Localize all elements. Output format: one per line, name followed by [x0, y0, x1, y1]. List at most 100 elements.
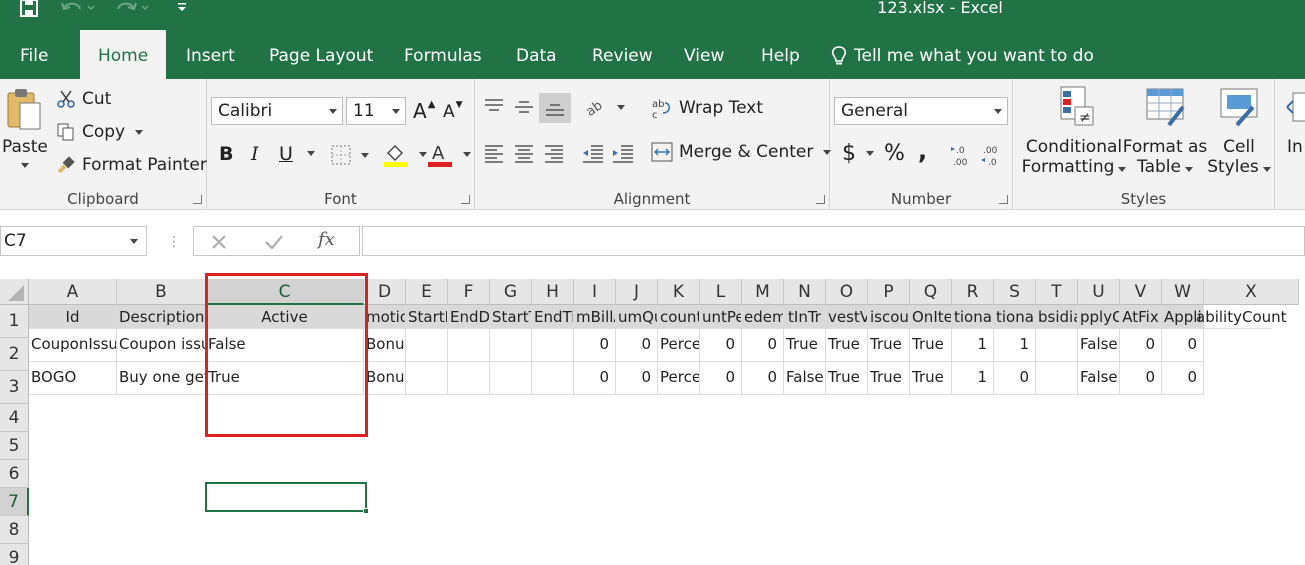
row-header[interactable]: 5: [0, 432, 29, 460]
number-format-combo[interactable]: General: [834, 97, 1008, 125]
paste-icon[interactable]: [4, 87, 44, 133]
table-cell[interactable]: 0: [700, 329, 742, 362]
merge-center-button[interactable]: Merge & Center: [651, 141, 832, 163]
comma-style-button[interactable]: ,: [918, 137, 927, 165]
table-cell[interactable]: 1: [952, 362, 994, 395]
format-painter-button[interactable]: Format Painter: [56, 155, 207, 175]
column-header[interactable]: O: [826, 279, 868, 305]
table-cell[interactable]: [490, 329, 532, 362]
top-align-icon[interactable]: [483, 97, 505, 117]
header-cell[interactable]: pplyO: [1078, 305, 1120, 329]
copy-dropdown-icon[interactable]: [135, 129, 144, 135]
conditional-formatting-button[interactable]: ≠ Conditional Formatting: [1022, 85, 1127, 177]
table-cell[interactable]: True: [206, 362, 364, 395]
column-header[interactable]: E: [406, 279, 448, 305]
header-cell[interactable]: edemat: [742, 305, 784, 329]
table-cell[interactable]: [490, 362, 532, 395]
font-color-icon[interactable]: A: [427, 141, 471, 167]
column-header[interactable]: W: [1162, 279, 1204, 305]
bold-button[interactable]: B: [219, 143, 233, 165]
align-right-icon[interactable]: [543, 143, 565, 163]
cancel-icon[interactable]: [210, 233, 228, 251]
active-cell-c7[interactable]: [205, 482, 369, 514]
header-cell[interactable]: OnIte: [910, 305, 952, 329]
table-cell[interactable]: Coupon issu: [117, 329, 206, 362]
table-cell[interactable]: 0: [616, 329, 658, 362]
table-cell[interactable]: 1: [994, 329, 1036, 362]
column-header[interactable]: X: [1204, 279, 1299, 305]
header-cell[interactable]: StartTim: [490, 305, 532, 329]
format-as-table-button[interactable]: Format as Table: [1123, 85, 1207, 177]
header-cell[interactable]: Description: [117, 305, 206, 329]
column-header[interactable]: N: [784, 279, 826, 305]
tab-review[interactable]: Review: [574, 40, 671, 79]
row-header[interactable]: 6: [0, 460, 29, 488]
underline-button[interactable]: U: [279, 143, 293, 165]
header-cell[interactable]: AtFix: [1120, 305, 1162, 329]
header-cell[interactable]: Id: [29, 305, 117, 329]
font-launcher-icon[interactable]: [461, 195, 470, 204]
table-cell[interactable]: Perce: [658, 329, 700, 362]
table-cell[interactable]: 0: [742, 362, 784, 395]
column-header[interactable]: T: [1036, 279, 1078, 305]
formula-input[interactable]: [362, 226, 1305, 256]
table-cell[interactable]: BonusBuys: [364, 329, 406, 362]
table-cell[interactable]: True: [868, 329, 910, 362]
tab-page-layout[interactable]: Page Layout: [251, 40, 391, 79]
column-header[interactable]: A: [29, 279, 117, 305]
align-center-icon[interactable]: [513, 143, 535, 163]
table-cell[interactable]: 0: [574, 362, 616, 395]
header-cell[interactable]: Active: [206, 305, 364, 329]
table-cell[interactable]: [532, 362, 574, 395]
column-header[interactable]: C: [206, 279, 364, 305]
tab-formulas[interactable]: Formulas: [386, 40, 500, 79]
header-cell[interactable]: untPe: [700, 305, 742, 329]
column-header[interactable]: J: [616, 279, 658, 305]
font-size-combo[interactable]: 11: [346, 97, 406, 125]
table-cell[interactable]: 0: [994, 362, 1036, 395]
table-cell[interactable]: False: [1078, 329, 1120, 362]
tab-help[interactable]: Help: [743, 40, 818, 79]
clipboard-launcher-icon[interactable]: [193, 195, 202, 204]
table-cell[interactable]: 0: [616, 362, 658, 395]
table-cell[interactable]: 0: [1120, 329, 1162, 362]
header-cell[interactable]: mBillA: [574, 305, 616, 329]
header-cell[interactable]: countT: [658, 305, 700, 329]
fill-handle[interactable]: [363, 508, 369, 514]
number-launcher-icon[interactable]: [999, 195, 1008, 204]
header-cell[interactable]: abilityCount: [1194, 305, 1287, 329]
table-cell[interactable]: 0: [700, 362, 742, 395]
insert-cells-icon[interactable]: [1285, 87, 1305, 131]
italic-button[interactable]: I: [251, 143, 259, 165]
tab-view[interactable]: View: [666, 40, 742, 79]
header-cell[interactable]: umQu: [616, 305, 658, 329]
column-header[interactable]: B: [117, 279, 206, 305]
increase-font-size-icon[interactable]: A ▲: [413, 99, 435, 124]
percent-button[interactable]: %: [884, 141, 905, 166]
table-cell[interactable]: True: [910, 329, 952, 362]
table-cell[interactable]: 0: [1120, 362, 1162, 395]
header-cell[interactable]: tional: [952, 305, 994, 329]
font-name-combo[interactable]: Calibri: [211, 97, 343, 125]
column-header[interactable]: P: [868, 279, 910, 305]
tab-insert[interactable]: Insert: [168, 40, 253, 79]
wrap-text-button[interactable]: ab c Wrap Text: [651, 97, 763, 119]
tab-home[interactable]: Home: [80, 30, 167, 79]
font-name-dropdown-icon[interactable]: [329, 109, 337, 114]
enter-icon[interactable]: [264, 233, 284, 251]
align-left-icon[interactable]: [483, 143, 505, 163]
row-header[interactable]: 4: [0, 404, 29, 432]
table-cell[interactable]: True: [784, 329, 826, 362]
column-header[interactable]: H: [532, 279, 574, 305]
column-header[interactable]: U: [1078, 279, 1120, 305]
insert-function-button[interactable]: fx: [318, 229, 335, 250]
font-size-dropdown-icon[interactable]: [392, 109, 400, 114]
header-cell[interactable]: vestVa: [826, 305, 868, 329]
column-header[interactable]: G: [490, 279, 532, 305]
header-cell[interactable]: StartDa: [406, 305, 448, 329]
column-header[interactable]: M: [742, 279, 784, 305]
table-cell[interactable]: 0: [574, 329, 616, 362]
row-header[interactable]: 2: [0, 338, 29, 371]
table-cell[interactable]: [406, 329, 448, 362]
alignment-launcher-icon[interactable]: [816, 195, 825, 204]
